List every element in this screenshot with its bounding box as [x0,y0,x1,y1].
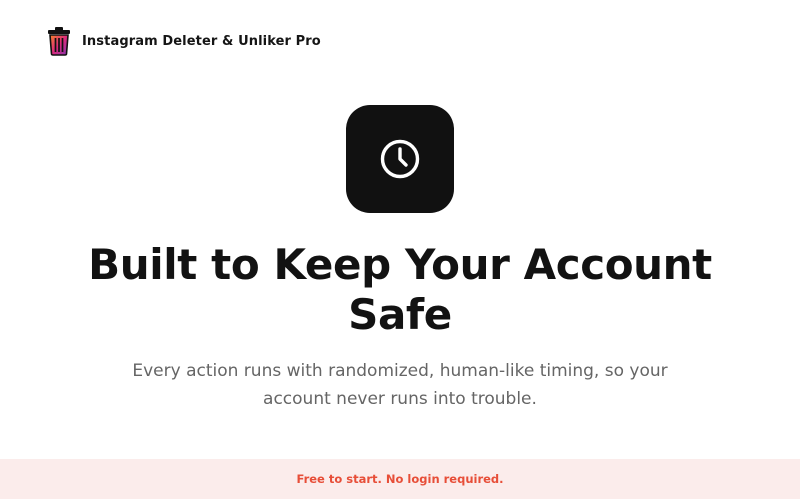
hero-icon-tile [346,105,454,213]
promo-banner: Free to start. No login required. [0,459,800,499]
trash-can-icon [47,26,71,56]
app-name: Instagram Deleter & Unliker Pro [82,33,321,49]
app-header: Instagram Deleter & Unliker Pro [47,26,321,56]
landing-page: Instagram Deleter & Unliker Pro Built to… [0,0,800,499]
hero-description: Every action runs with randomized, human… [132,361,668,409]
clock-icon [379,138,421,180]
promo-text: Free to start. No login required. [296,472,504,486]
hero-title: Built to Keep Your Account Safe [88,240,712,339]
